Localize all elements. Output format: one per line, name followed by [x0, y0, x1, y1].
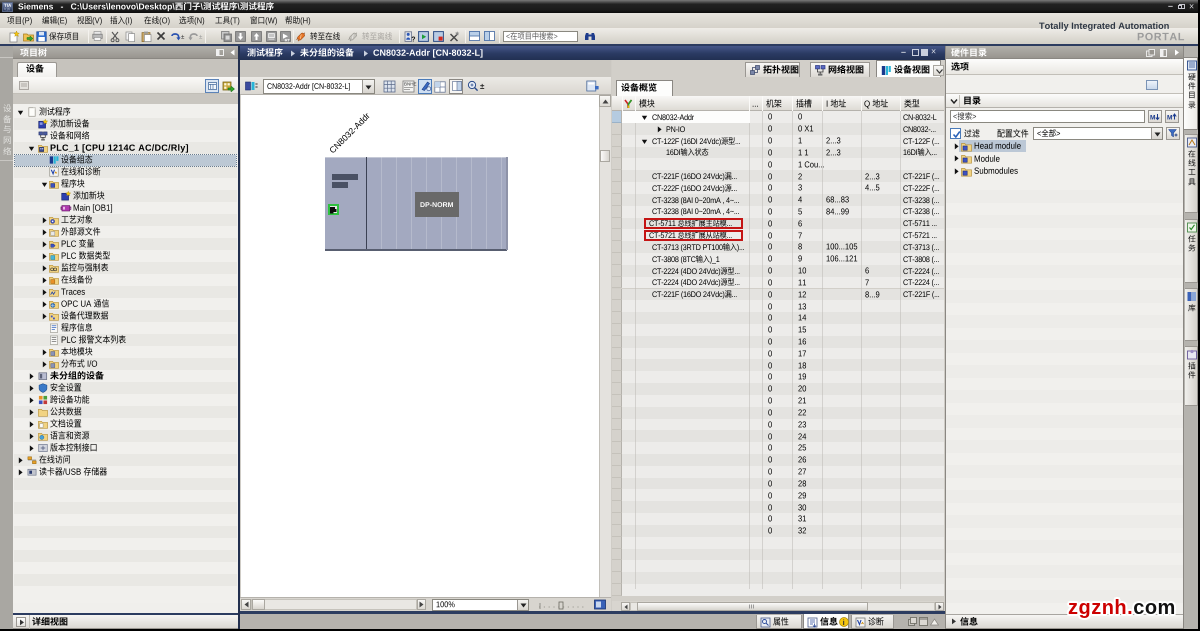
svg-text:BNHE: BNHE	[404, 82, 417, 87]
svg-text:M: M	[1150, 114, 1155, 121]
svg-text:RT: RT	[285, 37, 291, 42]
svg-text:i: i	[843, 618, 845, 627]
svg-text:M: M	[1167, 114, 1172, 121]
svg-text:?: ?	[411, 36, 415, 43]
